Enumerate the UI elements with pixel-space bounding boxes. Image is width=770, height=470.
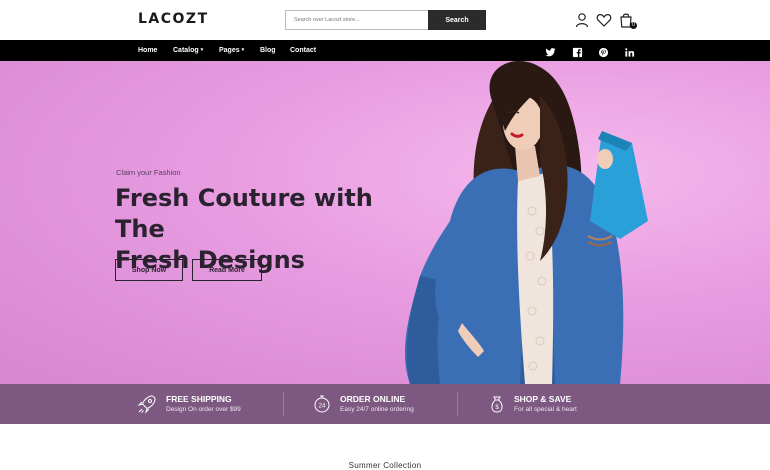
feature-divider xyxy=(283,392,284,416)
money-bag-icon: $ xyxy=(491,396,503,413)
shop-now-button[interactable]: Shop Now xyxy=(115,259,183,281)
feature-title: SHOP & SAVE xyxy=(514,394,572,404)
search-input[interactable] xyxy=(285,10,428,30)
hero-overline: Claim your Fashion xyxy=(116,168,181,177)
chevron-down-icon: ▾ xyxy=(200,47,204,53)
logo[interactable]: LACOZT xyxy=(138,11,209,27)
feature-title: FREE SHIPPING xyxy=(166,394,232,404)
nav-item-label: Pages xyxy=(219,47,240,54)
feature-divider xyxy=(457,392,458,416)
search-bar: Search xyxy=(285,10,486,30)
user-icon[interactable] xyxy=(574,12,590,28)
facebook-icon[interactable] xyxy=(572,45,583,58)
section-title: Summer Collection xyxy=(348,461,422,470)
linkedin-icon[interactable] xyxy=(624,45,635,57)
nav-item-label: Catalog xyxy=(173,47,199,54)
cart-icon[interactable]: 0 xyxy=(619,12,637,29)
twitter-icon[interactable] xyxy=(545,45,556,57)
nav-item-home[interactable]: Home xyxy=(138,40,157,61)
hero-title-line1: Fresh Couture with The xyxy=(115,184,373,243)
svg-text:$: $ xyxy=(495,405,499,411)
nav-item-label: Blog xyxy=(260,47,276,54)
nav-item-blog[interactable]: Blog xyxy=(260,40,276,61)
clock-24-icon: 24 xyxy=(314,395,330,413)
pinterest-icon[interactable] xyxy=(598,45,609,58)
nav-item-catalog[interactable]: Catalog ▾ xyxy=(173,40,203,61)
feature-subtitle: For all special & heart xyxy=(514,406,577,413)
nav-item-label: Home xyxy=(138,47,158,54)
svg-text:24: 24 xyxy=(319,404,326,410)
features-bar: FREE SHIPPING Design On order over $99 2… xyxy=(0,384,770,424)
read-more-button[interactable]: Read More xyxy=(192,259,262,281)
hero-banner: Claim your Fashion Fresh Couture with Th… xyxy=(0,61,770,384)
search-button[interactable]: Search xyxy=(428,10,486,30)
feature-title: ORDER ONLINE xyxy=(340,394,406,404)
feature-order-online: 24 ORDER ONLINE Easy 24/7 online orderin… xyxy=(312,384,452,424)
hero-model-image xyxy=(404,61,648,384)
site-header: LACOZT Search 0 xyxy=(0,0,770,40)
cart-count-badge: 0 xyxy=(630,22,637,29)
feature-subtitle: Design On order over $99 xyxy=(166,406,241,413)
nav-item-pages[interactable]: Pages ▾ xyxy=(219,40,244,61)
main-nav: Home Catalog ▾ Pages ▾ Blog Contact xyxy=(0,40,770,61)
feature-shop-save: $ SHOP & SAVE For all special & heart xyxy=(487,384,627,424)
chevron-down-icon: ▾ xyxy=(241,47,245,53)
nav-item-contact[interactable]: Contact xyxy=(290,40,316,61)
rocket-icon xyxy=(137,395,156,414)
feature-free-shipping: FREE SHIPPING Design On order over $99 xyxy=(137,384,277,424)
heart-icon[interactable] xyxy=(596,12,612,28)
nav-item-label: Contact xyxy=(290,47,317,54)
feature-subtitle: Easy 24/7 online ordering xyxy=(340,406,414,413)
